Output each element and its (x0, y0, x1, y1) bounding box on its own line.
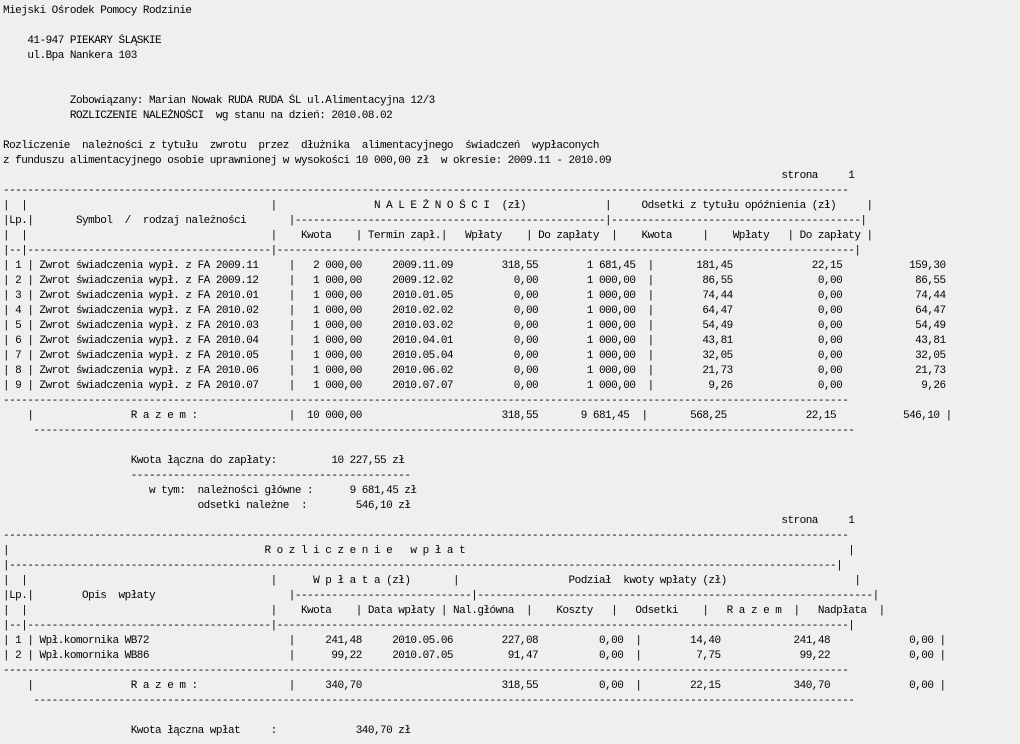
table-row: | 8 | Zwrot świadczenia wypł. z FA 2010.… (3, 365, 946, 377)
table-header: | | | Kwota | Termin zapł.| Wpłaty | Do … (3, 230, 873, 242)
description-line: Rozliczenie należności z tytułu zwrotu p… (3, 140, 599, 152)
table-rule: ----------------------------------------… (3, 185, 849, 197)
summary-total-due: Kwota łączna do zapłaty: 10 227,55 zł (3, 455, 405, 467)
table-rule: ----------------------------------------… (3, 695, 855, 707)
table-row: | 9 | Zwrot świadczenia wypł. z FA 2010.… (3, 380, 946, 392)
table-rule: ----------------------------------------… (3, 395, 849, 407)
table-row: | 1 | Wpł.komornika WB72 | 241,48 2010.0… (3, 635, 946, 647)
table-header: | | | Kwota | Data wpłaty | Nal.główna |… (3, 605, 885, 617)
address-street: ul.Bpa Nankera 103 (3, 50, 137, 62)
table-rule: ----------------------------------------… (3, 665, 849, 677)
table-row: | 2 | Zwrot świadczenia wypł. z FA 2009.… (3, 275, 946, 287)
table-row: | 4 | Zwrot świadczenia wypł. z FA 2010.… (3, 305, 946, 317)
table-header: |Lp.| Symbol / rodzaj należności |------… (3, 215, 867, 227)
description-line: z funduszu alimentacyjnego osobie uprawn… (3, 155, 612, 167)
table-row: | 3 | Zwrot świadczenia wypł. z FA 2010.… (3, 290, 946, 302)
summary-interest: odsetki należne : 546,10 zł (3, 500, 411, 512)
table-row: | 1 | Zwrot świadczenia wypł. z FA 2009.… (3, 260, 946, 272)
organization-name: Miejski Ośrodek Pomocy Rodzinie (3, 5, 192, 17)
address-city: 41-947 PIEKARY ŚLĄSKIE (3, 35, 162, 47)
page-number: strona 1 (3, 170, 855, 182)
table-rule: |--|------------------------------------… (3, 620, 855, 632)
table-header: | | | W p ł a t a (zł) | Podział kwoty w… (3, 575, 861, 587)
table-row: | 6 | Zwrot świadczenia wypł. z FA 2010.… (3, 335, 946, 347)
page-number: strona 1 (3, 515, 855, 527)
table-header: |Lp.| Opis wpłaty |---------------------… (3, 590, 879, 602)
table-header: | | | N A L E Ż N O Ś C I (zł) | Odsetki… (3, 200, 873, 212)
table-row: | 7 | Zwrot świadczenia wypł. z FA 2010.… (3, 350, 946, 362)
table-rule: ----------------------------------------… (3, 530, 849, 542)
table-rule: |---------------------------------------… (3, 560, 843, 572)
table-rule: ----------------------------------------… (3, 425, 855, 437)
summary-rule: ----------------------------------------… (3, 470, 411, 482)
table-row: | 2 | Wpł.komornika WB86 | 99,22 2010.07… (3, 650, 946, 662)
table-rule: |--|------------------------------------… (3, 245, 861, 257)
table-total-row: | R a z e m : | 340,70 318,55 0,00 | 22,… (3, 680, 946, 692)
report-title: ROZLICZENIE NALEŻNOŚCI wg stanu na dzień… (3, 110, 393, 122)
obligated-person: Zobowiązany: Marian Nowak RUDA RUDA ŚL u… (3, 95, 435, 107)
payments-section-title: | R o z l i c z e n i e w p ł a t | (3, 545, 855, 557)
summary-main-receivables: w tym: należności główne : 9 681,45 zł (3, 485, 417, 497)
settlement-report: Miejski Ośrodek Pomocy Rodzinie 41-947 P… (0, 0, 1020, 739)
table-total-row: | R a z e m : | 10 000,00 318,55 9 681,4… (3, 410, 952, 422)
table-row: | 5 | Zwrot świadczenia wypł. z FA 2010.… (3, 320, 946, 332)
summary-total-payments: Kwota łączna wpłat : 340,70 zł (3, 725, 411, 737)
